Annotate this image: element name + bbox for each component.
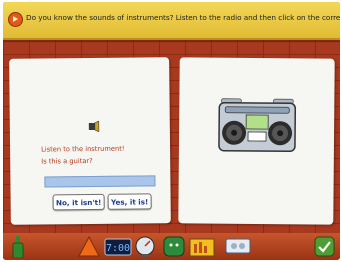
folder-icon[interactable]: [189, 236, 215, 257]
bottle-icon[interactable]: [12, 236, 24, 258]
instruction-banner: Do you know the sounds of instruments? L…: [3, 2, 340, 40]
gauge-icon[interactable]: [135, 236, 155, 257]
instruction-text: Do you know the sounds of instruments? L…: [26, 13, 340, 22]
checkmark-icon[interactable]: [314, 236, 335, 257]
prompt-listen: Listen to the instrument!: [41, 144, 125, 154]
no-button[interactable]: No, it isn't!: [52, 193, 105, 211]
svg-text:7:00: 7:00: [106, 243, 130, 254]
activity-screen: Do you know the sounds of instruments? L…: [3, 2, 340, 260]
answer-field[interactable]: [44, 175, 156, 188]
horn-icon[interactable]: [88, 120, 100, 133]
yes-button[interactable]: Yes, it is!: [107, 193, 152, 210]
question-panel: Listen to the instrument! Is this a guit…: [9, 57, 171, 225]
clock-display-icon[interactable]: 7:00: [104, 238, 132, 256]
radio-icon[interactable]: [217, 97, 297, 154]
tape-icon[interactable]: [225, 237, 251, 255]
cone-icon[interactable]: [78, 236, 100, 257]
radio-panel: [178, 57, 335, 225]
toolbar: 7:00: [3, 233, 340, 260]
prompt-question: Is this a guitar?: [41, 156, 93, 166]
speaker-play-icon[interactable]: [8, 12, 23, 27]
face-icon[interactable]: [163, 236, 185, 257]
